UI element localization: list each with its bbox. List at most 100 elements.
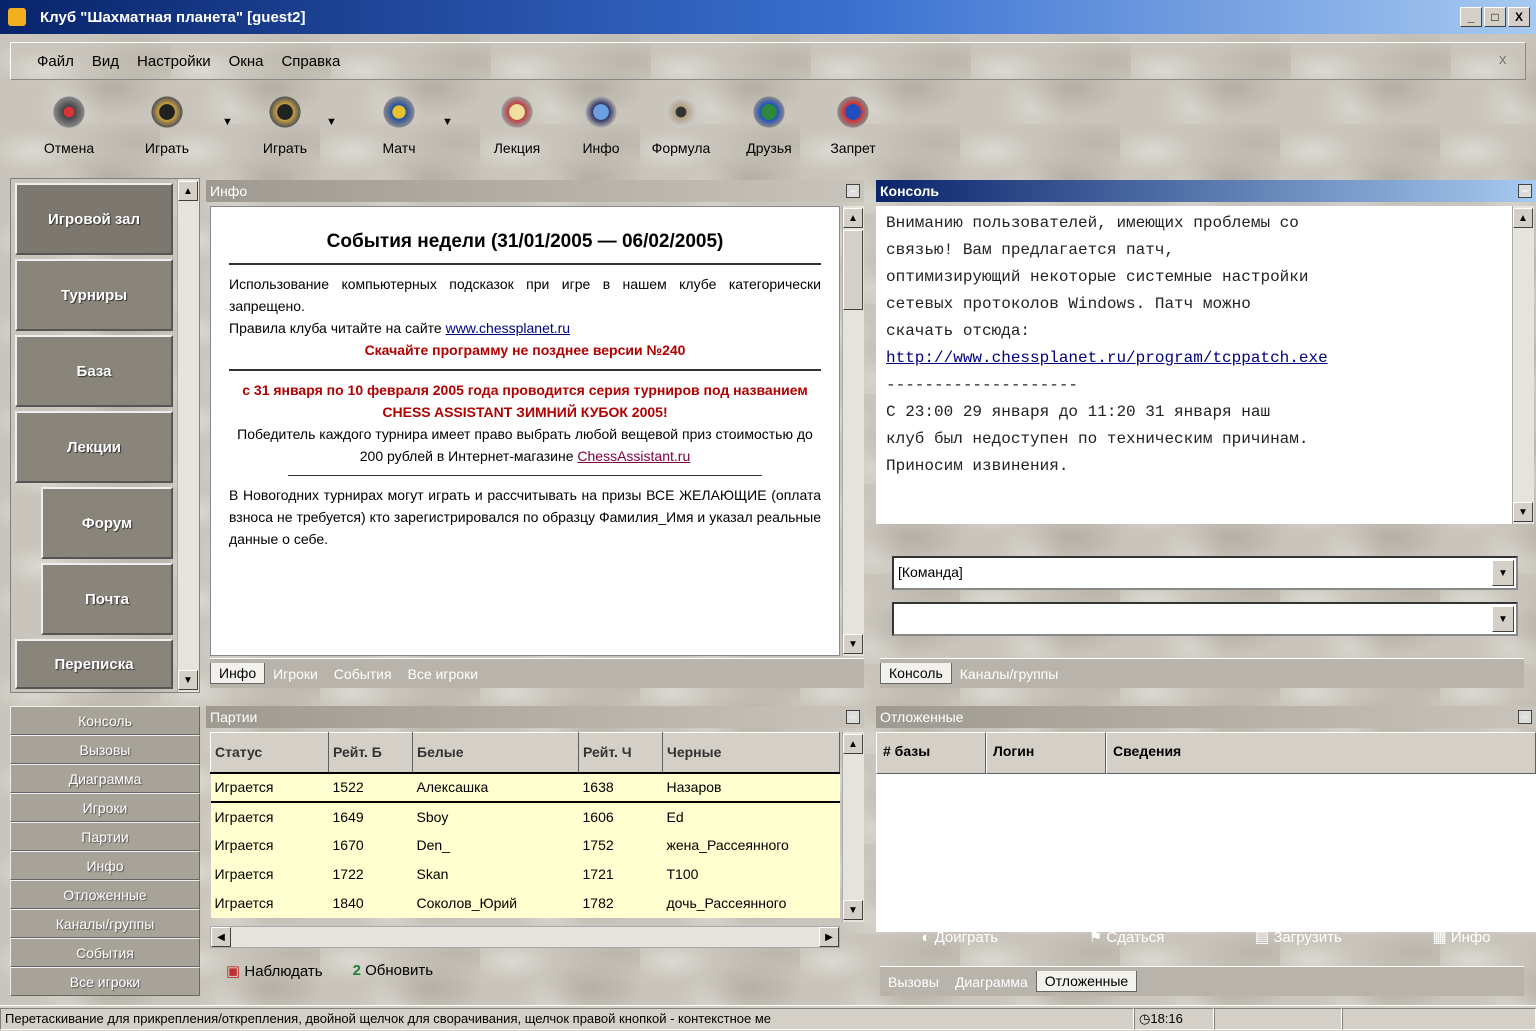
match-dropdown-icon[interactable]: ▼ — [442, 116, 453, 128]
panel-item-players[interactable]: Игроки — [10, 793, 200, 822]
tab-diagram[interactable]: Диаграмма — [947, 972, 1036, 992]
nav-database[interactable]: База — [15, 335, 173, 407]
scroll-down-icon[interactable]: ▼ — [178, 670, 198, 690]
scroll-up-icon[interactable]: ▲ — [843, 734, 863, 754]
table-row[interactable]: Играется 1840 Соколов_Юрий 1782 дочь_Рассеян… — [210, 888, 840, 918]
col-black[interactable]: Черные — [662, 732, 840, 773]
table-cell: 1840 — [328, 888, 413, 918]
games-scrollbar[interactable]: ▲ ▼ — [842, 732, 864, 922]
table-cell: 1638 — [578, 771, 663, 803]
nav-forum[interactable]: Форум — [41, 487, 173, 559]
chevron-down-icon[interactable]: ▼ — [1492, 560, 1514, 586]
ban-button[interactable]: Запрет — [816, 88, 890, 168]
scroll-down-icon[interactable]: ▼ — [843, 634, 863, 654]
menu-view[interactable]: Вид — [92, 53, 119, 70]
panel-item-console[interactable]: Консоль — [10, 706, 200, 735]
panel-item-diagram[interactable]: Диаграмма — [10, 764, 200, 793]
panel-item-info[interactable]: Инфо — [10, 851, 200, 880]
cancel-button[interactable]: Отмена — [32, 88, 106, 168]
console-scrollbar[interactable]: ▲ ▼ — [1512, 206, 1534, 524]
tab-all-players[interactable]: Все игроки — [400, 664, 486, 684]
col-login[interactable]: Логин — [986, 732, 1106, 774]
watch-button[interactable]: ▣ Наблюдать — [226, 962, 323, 980]
play-button[interactable]: Играть — [130, 88, 204, 168]
scroll-down-icon[interactable]: ▼ — [843, 900, 863, 920]
scroll-up-icon[interactable]: ▲ — [1513, 208, 1533, 228]
postponed-info-button[interactable]: ▦ Инфо — [1433, 928, 1491, 946]
resign-button[interactable]: ⚑ Сдаться — [1089, 928, 1165, 946]
match-button[interactable]: Матч — [362, 88, 436, 168]
status-clock: ◷ 18:16 — [1134, 1007, 1214, 1030]
table-row[interactable]: Играется 1670 Den_ 1752 жена_Рассеянного — [210, 830, 840, 860]
pin-icon[interactable]: − — [1518, 710, 1532, 724]
chessassistant-link[interactable]: ChessAssistant.ru — [577, 448, 690, 464]
nav-tournaments[interactable]: Турниры — [15, 259, 173, 331]
console-patch-link[interactable]: http://www.chessplanet.ru/program/tcppat… — [886, 345, 1502, 372]
col-white-rating[interactable]: Рейт. Б — [328, 732, 413, 773]
message-input[interactable]: ▼ — [892, 602, 1518, 636]
console-line: связью! Вам предлагается патч, — [886, 241, 1175, 259]
panel-item-games[interactable]: Партии — [10, 822, 200, 851]
formula-button[interactable]: Формула — [644, 88, 718, 168]
lecture-button[interactable]: Лекция — [480, 88, 554, 168]
resume-button[interactable]: ◐ Доиграть — [921, 929, 998, 946]
col-details[interactable]: Сведения — [1106, 732, 1536, 774]
panel-item-calls[interactable]: Вызовы — [10, 735, 200, 764]
play-alt-button[interactable]: Играть — [248, 88, 322, 168]
tab-info[interactable]: Инфо — [210, 663, 266, 684]
pin-icon[interactable]: − — [846, 710, 860, 724]
menu-settings[interactable]: Настройки — [137, 53, 211, 70]
panel-item-all-players[interactable]: Все игроки — [10, 967, 200, 996]
table-row[interactable]: Играется 1722 Skan 1721 T100 — [210, 859, 840, 889]
col-status[interactable]: Статус — [210, 732, 329, 773]
play-dropdown-icon[interactable]: ▼ — [222, 116, 233, 128]
menu-help[interactable]: Справка — [281, 53, 340, 70]
close-button[interactable]: X — [1508, 7, 1530, 27]
minimize-button[interactable]: _ — [1460, 7, 1482, 27]
panel-item-channels[interactable]: Каналы/группы — [10, 909, 200, 938]
title-bar: Клуб "Шахматная планета" [guest2] — [0, 0, 1536, 34]
tab-postponed[interactable]: Отложенные — [1035, 971, 1138, 992]
tab-calls[interactable]: Вызовы — [880, 972, 947, 992]
chessplanet-link[interactable]: www.chessplanet.ru — [446, 320, 571, 336]
nav-lectures[interactable]: Лекции — [15, 411, 173, 483]
nav-scrollbar[interactable]: ▲ ▼ — [177, 179, 199, 692]
col-db-number[interactable]: # базы — [876, 732, 986, 774]
command-combo[interactable]: [Команда] ▼ — [892, 556, 1518, 590]
nav-correspondence[interactable]: Переписка — [15, 639, 173, 689]
table-row[interactable]: Играется 1522 Алексашка 1638 Назаров — [210, 771, 840, 803]
load-button[interactable]: ▤ Загрузить — [1255, 928, 1342, 946]
info-scrollbar[interactable]: ▲ ▼ — [842, 206, 864, 656]
pin-icon[interactable]: − — [846, 184, 860, 198]
refresh-button[interactable]: 2 Обновить — [353, 962, 433, 980]
tab-events[interactable]: События — [326, 664, 400, 684]
play-alt-dropdown-icon[interactable]: ▼ — [326, 116, 337, 128]
col-black-rating[interactable]: Рейт. Ч — [578, 732, 663, 773]
table-row[interactable]: Играется 1649 Sboy 1606 Ed — [210, 801, 840, 831]
tab-console[interactable]: Консоль — [880, 663, 952, 684]
scroll-down-icon[interactable]: ▼ — [1513, 502, 1533, 522]
scroll-up-icon[interactable]: ▲ — [843, 208, 863, 228]
friends-button[interactable]: Друзья — [732, 88, 806, 168]
chevron-down-icon[interactable]: ▼ — [1492, 606, 1514, 632]
col-white[interactable]: Белые — [412, 732, 579, 773]
menu-close-icon[interactable]: x — [1499, 51, 1507, 68]
tab-players[interactable]: Игроки — [265, 664, 326, 684]
panel-item-postponed[interactable]: Отложенные — [10, 880, 200, 909]
pin-icon[interactable]: − — [1518, 184, 1532, 198]
panel-item-events[interactable]: События — [10, 938, 200, 967]
info-heading: События недели (31/01/2005 — 06/02/2005) — [326, 231, 724, 252]
maximize-button[interactable]: □ — [1484, 7, 1506, 27]
tab-channels[interactable]: Каналы/группы — [952, 664, 1067, 684]
info-button[interactable]: Инфо — [564, 88, 638, 168]
scroll-up-icon[interactable]: ▲ — [178, 181, 198, 201]
scroll-right-icon[interactable]: ▶ — [819, 927, 839, 947]
menu-file[interactable]: Файл — [37, 53, 74, 70]
games-hscrollbar[interactable]: ◀ ▶ — [210, 926, 840, 948]
scroll-thumb[interactable] — [843, 230, 863, 310]
scroll-left-icon[interactable]: ◀ — [211, 927, 231, 947]
app-icon — [8, 8, 26, 26]
menu-windows[interactable]: Окна — [229, 53, 264, 70]
nav-mail[interactable]: Почта — [41, 563, 173, 635]
nav-game-hall[interactable]: Игровой зал — [15, 183, 173, 255]
